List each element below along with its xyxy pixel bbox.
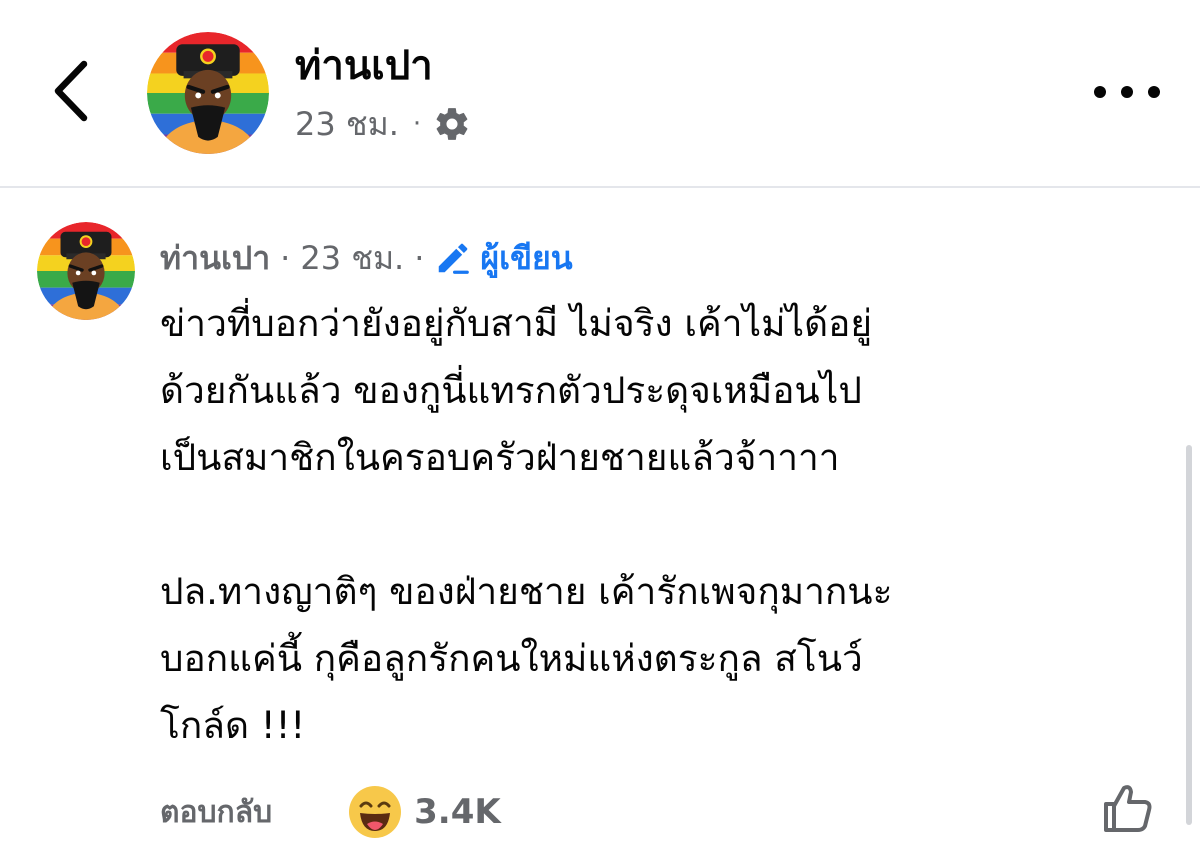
more-options-button[interactable] — [1094, 76, 1160, 108]
comment-line: ข่าวที่บอกว่ายังอยู่กับสามี ไม่จริง เค้า… — [160, 302, 873, 345]
author-badge: ผู้เขียน — [434, 233, 573, 284]
pencil-icon — [439, 243, 470, 274]
post-time: 23 ชม. — [295, 104, 399, 143]
post-meta: 23 ชม. · — [295, 102, 471, 146]
reaction-summary[interactable]: 3.4K — [348, 785, 501, 839]
comment-time: 23 ชม. — [300, 238, 405, 277]
comment-avatar[interactable] — [37, 222, 135, 320]
comment-text: ข่าวที่บอกว่ายังอยู่กับสามี ไม่จริง เค้า… — [160, 290, 1160, 759]
like-button[interactable] — [1100, 780, 1156, 836]
back-button[interactable] — [44, 58, 104, 124]
meta-separator: · — [412, 109, 422, 139]
thumbs-up-icon — [1104, 785, 1152, 832]
haha-emoji-icon — [349, 786, 402, 838]
comment-line: ปล.ทางญาติๆ ของฝ่ายชาย เค้ารักเพจกุมากนะ — [160, 570, 893, 613]
comment-line: บอกแค่นี้ กุคือลูกรักคนใหม่แห่งตระกูล สโ… — [160, 637, 863, 680]
comment-line: โกล์ด !!! — [160, 704, 306, 747]
gear-icon[interactable] — [433, 105, 471, 143]
comment-line: เป็นสมาชิกในครอบครัวฝ่ายชายแล้วจ้าาาา — [160, 436, 840, 479]
meta-separator: · — [414, 239, 425, 277]
reply-button[interactable]: ตอบกลับ — [160, 789, 272, 836]
scrollbar[interactable] — [1186, 445, 1192, 825]
chevron-left-icon — [54, 60, 88, 122]
comment-line: ด้วยกันแล้ว ของกูนี่แทรกตัวประดุจเหมือนไ… — [160, 369, 862, 412]
meta-separator: · — [280, 239, 291, 277]
post-header: ท่านเปา 23 ชม. · — [0, 0, 1200, 188]
comment-actions: ตอบกลับ 3.4K — [160, 784, 501, 840]
author-badge-label: ผู้เขียน — [480, 238, 573, 277]
comment-author[interactable]: ท่านเปา — [160, 233, 270, 284]
page-avatar[interactable] — [147, 32, 269, 154]
reaction-count: 3.4K — [414, 792, 501, 832]
comment-meta: ท่านเปา · 23 ชม. · ผู้เขียน — [160, 234, 573, 282]
page-name[interactable]: ท่านเปา — [295, 38, 433, 94]
more-dots-icon — [1094, 86, 1106, 98]
